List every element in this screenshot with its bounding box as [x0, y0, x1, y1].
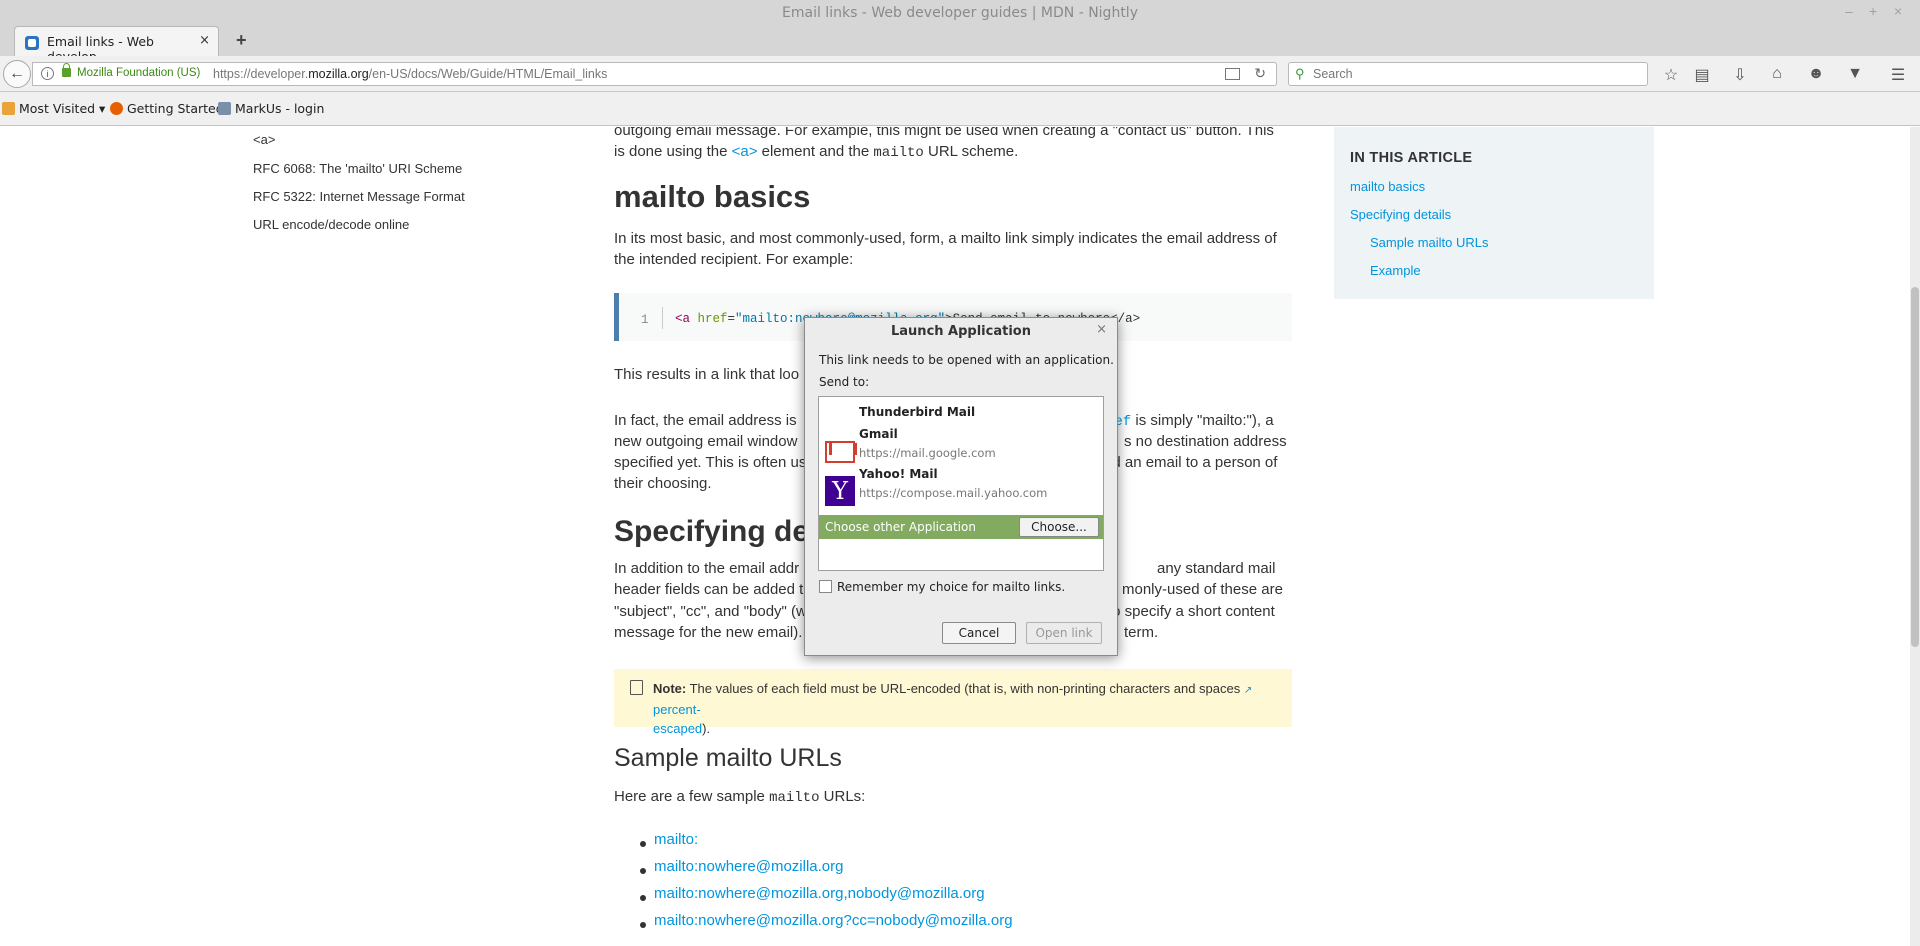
checkbox[interactable] [819, 580, 832, 593]
url-bar[interactable]: i Mozilla Foundation (US) https://develo… [32, 62, 1277, 86]
window-title: Email links - Web developer guides | MDN… [782, 5, 1138, 21]
app-thunderbird[interactable]: Thunderbird Mail [819, 397, 1103, 425]
sidebar-link-url-encode[interactable]: URL encode/decode online [253, 217, 409, 232]
choose-other-application-row[interactable]: Choose other Application Choose... [819, 515, 1103, 539]
markus-icon [218, 102, 231, 115]
sidebar-link-rfc5322[interactable]: RFC 5322: Internet Message Format [253, 189, 465, 204]
maximize-button[interactable]: + [1869, 3, 1877, 19]
navigation-toolbar: ← i Mozilla Foundation (US) https://deve… [0, 56, 1920, 92]
bookmark-most-visited[interactable]: Most Visited ▾ [2, 101, 105, 116]
sample-link-nowhere-nobody[interactable]: mailto:nowhere@mozilla.org,nobody@mozill… [654, 885, 985, 902]
launch-application-dialog: Launch Application × This link needs to … [804, 317, 1118, 656]
bullet [640, 868, 646, 874]
home-icon[interactable]: ⌂ [1767, 65, 1787, 83]
note-icon [630, 680, 643, 695]
toc-item-sample-mailto-urls[interactable]: Sample mailto URLs [1370, 235, 1489, 250]
download-icon[interactable]: ⇩ [1730, 65, 1750, 85]
basics-paragraph-line-2: the intended recipient. For example: [614, 251, 854, 268]
cancel-button[interactable]: Cancel [942, 622, 1016, 644]
tab-strip: Email links - Web develop... × + [0, 26, 1920, 64]
bullet [640, 922, 646, 928]
reader-view-icon[interactable] [1225, 68, 1240, 80]
gmail-icon [825, 441, 855, 463]
tab-close-icon[interactable]: × [199, 33, 210, 48]
dialog-message: This link needs to be opened with an app… [819, 353, 1114, 367]
menu-icon[interactable]: ☰ [1888, 65, 1908, 85]
open-link-button[interactable]: Open link [1026, 622, 1102, 644]
sample-link-nowhere[interactable]: mailto:nowhere@mozilla.org [654, 858, 843, 875]
line-number: 1 [641, 313, 649, 327]
sidebar-link-a-element[interactable]: <a> [253, 132, 275, 147]
sample-link-cc[interactable]: mailto:nowhere@mozilla.org?cc=nobody@moz… [654, 912, 1013, 929]
a-element-link[interactable]: <a> [732, 143, 758, 160]
back-button[interactable]: ← [3, 60, 31, 88]
dialog-close-icon[interactable]: × [1096, 322, 1107, 337]
reading-list-icon[interactable]: ▤ [1692, 65, 1712, 85]
star-icon[interactable]: ☆ [1661, 65, 1681, 85]
search-icon: ⚲ [1295, 66, 1305, 81]
search-input[interactable]: ⚲ Search [1288, 62, 1648, 86]
chat-icon[interactable]: ☻ [1806, 65, 1826, 83]
remember-choice-checkbox[interactable]: Remember my choice for mailto links. [819, 580, 1065, 594]
info-icon[interactable]: i [41, 67, 54, 80]
tab-email-links[interactable]: Email links - Web develop... × [14, 26, 219, 64]
bookmark-markus-login[interactable]: MarkUs - login [218, 101, 324, 116]
reload-icon[interactable]: ↻ [1254, 65, 1266, 82]
minimize-button[interactable]: – [1845, 3, 1853, 19]
bullet [640, 895, 646, 901]
toc-item-example[interactable]: Example [1370, 263, 1421, 278]
choose-other-label: Choose other Application [825, 520, 976, 534]
lock-icon [62, 63, 71, 77]
mdn-favicon-icon [25, 36, 39, 50]
choose-button[interactable]: Choose... [1019, 517, 1099, 537]
intro-line-1: outgoing email message. For example, thi… [614, 127, 1274, 139]
intro-line-2: is done using the <a> element and the ma… [614, 143, 1019, 161]
heading-mailto-basics: mailto basics [614, 179, 811, 214]
send-to-label: Send to: [819, 375, 870, 389]
app-yahoo-mail[interactable]: Y Yahoo! Mail https://compose.mail.yahoo… [819, 467, 1103, 507]
dialog-title: Launch Application [891, 324, 1031, 339]
code-gutter-divider [662, 307, 663, 329]
window-titlebar: Email links - Web developer guides | MDN… [0, 0, 1920, 26]
app-gmail[interactable]: Gmail https://mail.google.com [819, 427, 1103, 467]
search-placeholder: Search [1313, 67, 1353, 81]
note-text: Note: The values of each field must be U… [653, 681, 1253, 736]
heading-sample-mailto-urls: Sample mailto URLs [614, 744, 842, 772]
heading-specifying-details: Specifying det [614, 515, 820, 548]
folder-icon [2, 102, 15, 115]
sidebar-link-rfc6068[interactable]: RFC 6068: The 'mailto' URI Scheme [253, 161, 462, 176]
firefox-icon [110, 102, 123, 115]
yahoo-icon: Y [825, 476, 855, 506]
application-list[interactable]: Thunderbird Mail Gmail https://mail.goog… [818, 396, 1104, 571]
bookmark-getting-started[interactable]: Getting Started [110, 101, 224, 116]
sample-link-mailto[interactable]: mailto: [654, 831, 698, 848]
escaped-link[interactable]: escaped [653, 721, 702, 736]
new-tab-button[interactable]: + [236, 30, 247, 51]
toc-item-mailto-basics[interactable]: mailto basics [1350, 179, 1425, 194]
bookmarks-toolbar: Most Visited ▾ Getting Started MarkUs - … [0, 92, 1920, 126]
page-scrollbar[interactable] [1910, 127, 1920, 946]
scrollbar-thumb[interactable] [1911, 287, 1919, 647]
basics-paragraph-line-1: In its most basic, and most commonly-use… [614, 230, 1277, 247]
bullet [640, 841, 646, 847]
url-text[interactable]: https://developer.mozilla.org/en-US/docs… [213, 67, 607, 81]
samples-intro: Here are a few sample mailto URLs: [614, 788, 866, 806]
note-box: Note: The values of each field must be U… [614, 669, 1292, 736]
close-window-button[interactable]: × [1894, 3, 1902, 19]
pocket-icon[interactable]: ▼ [1845, 65, 1865, 83]
site-identity[interactable]: Mozilla Foundation (US) [77, 67, 200, 79]
in-this-article-toc: IN THIS ARTICLE mailto basics Specifying… [1334, 127, 1654, 299]
toc-item-specifying-details[interactable]: Specifying details [1350, 207, 1451, 222]
toc-heading: IN THIS ARTICLE [1350, 150, 1473, 166]
